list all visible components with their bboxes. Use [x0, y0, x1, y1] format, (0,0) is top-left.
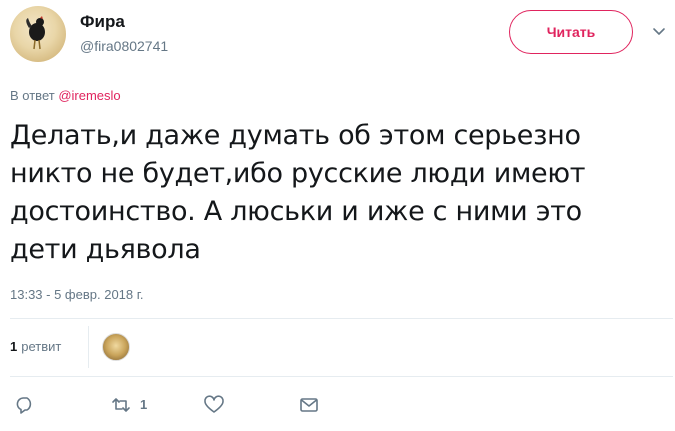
message-icon[interactable] [298, 394, 320, 416]
follow-button[interactable]: Читать [509, 10, 633, 54]
like-icon[interactable] [203, 394, 225, 416]
chevron-down-icon[interactable] [652, 26, 666, 38]
retweet-stat-count: 1 [10, 339, 18, 354]
retweet-stat-label: ретвит [21, 339, 62, 354]
retweeter-avatar[interactable] [102, 333, 130, 361]
user-handle[interactable]: @fira0802741 [80, 38, 168, 54]
tweet-card: Фира @fira0802741 Читать В ответ @iremes… [0, 0, 675, 431]
divider [10, 318, 673, 319]
reply-target-link[interactable]: @iremeslo [58, 88, 120, 103]
tweet-timestamp[interactable]: 13:33 - 5 февр. 2018 г. [10, 287, 144, 302]
stat-divider [88, 326, 89, 368]
retweet-icon[interactable] [110, 394, 132, 416]
reply-context: В ответ @iremeslo [10, 88, 121, 103]
divider [10, 376, 673, 377]
reply-prefix: В ответ [10, 88, 55, 103]
user-name[interactable]: Фира [80, 12, 125, 32]
avatar[interactable] [10, 6, 66, 62]
reply-icon[interactable] [14, 394, 36, 416]
rooster-avatar-image [26, 16, 45, 50]
retweet-stat[interactable]: 1 ретвит [10, 339, 61, 354]
tweet-text: Делать,и даже думать об этом серьезно ни… [10, 120, 586, 265]
retweet-action-count: 1 [140, 397, 148, 412]
